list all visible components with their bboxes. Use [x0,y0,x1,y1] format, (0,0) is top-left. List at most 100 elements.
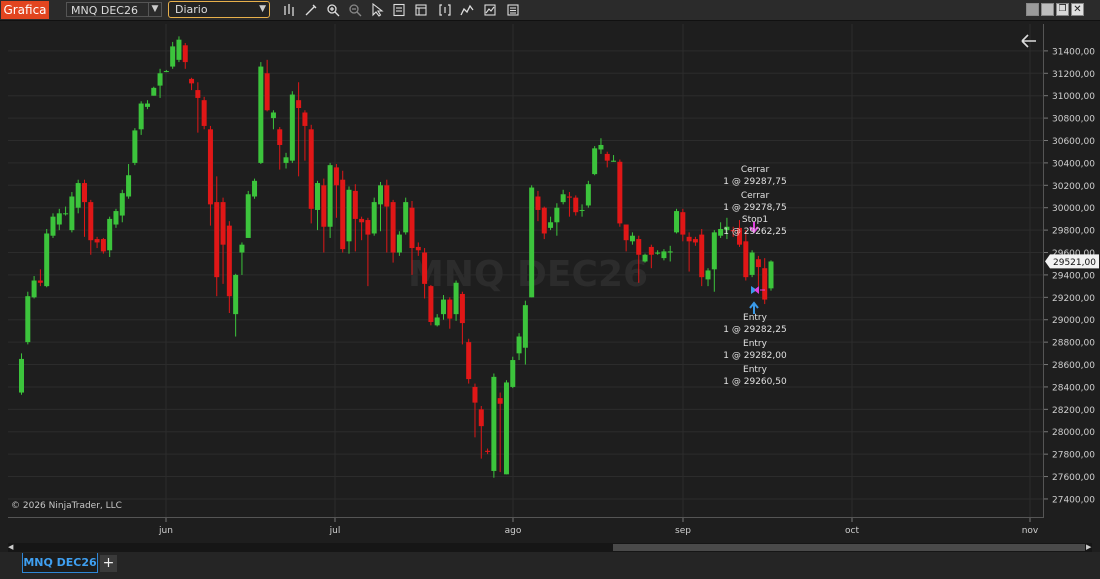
candle-body [711,232,717,270]
tab-mnq-dec26[interactable]: MNQ DEC26 [22,553,98,573]
candle [648,244,654,269]
zoom-in-icon[interactable] [326,3,340,17]
candle-body [491,376,497,471]
minimize-icon[interactable] [1026,3,1039,16]
y-tick-label: 31400,00 [1052,47,1095,57]
candle [686,232,692,272]
candle-body [19,358,24,393]
candle-body [289,94,295,161]
candle [346,186,352,254]
bracket-icon[interactable] [438,3,452,17]
candle [762,258,768,305]
candle [359,216,365,241]
candle [132,128,138,166]
candle-body [554,207,560,223]
candle [485,448,491,455]
order-label-detail: 1 @ 29262,25 [723,227,786,237]
candle [516,333,522,361]
candle-body [100,239,106,252]
add-tab-button[interactable]: + [100,555,117,572]
app-label[interactable]: Grafica [1,1,49,19]
scroll-thumb[interactable] [613,544,1085,551]
candle [453,280,459,321]
order-label-name: Cerrar [741,165,770,175]
y-tick-label: 29000,00 [1052,316,1095,326]
candle [126,164,132,199]
candle-body [283,157,289,163]
candle-body [680,212,686,235]
scroll-right-icon[interactable]: ▶ [1086,543,1092,552]
y-tick-label: 29400,00 [1052,271,1095,281]
price-chart[interactable]: MNQ DEC26 Cerrar 1 @ 29287,75 Cerrar 1 @ 29… [8,24,1044,518]
candle [327,162,333,238]
candle [447,297,453,329]
candle [604,151,610,168]
y-tick-label: 31000,00 [1052,92,1095,102]
candle-body [352,190,358,219]
close-icon[interactable]: ✕ [1071,3,1084,16]
candle-body [31,280,37,298]
order-label-detail: 1 @ 29287,75 [723,177,786,187]
back-arrow-icon[interactable] [1021,34,1036,48]
candle [264,59,270,112]
candle [378,181,384,232]
pencil-icon[interactable] [304,3,318,17]
chart-watermark: MNQ DEC26 [408,254,648,295]
pointer-icon[interactable] [370,3,384,17]
data-box-icon[interactable] [392,3,406,17]
order-label-name: Entry [743,365,768,375]
candle-body [346,189,352,242]
price-axis[interactable]: 31400,00 31200,00 31000,00 30800,00 30600,00… [1044,24,1100,518]
candle [56,208,62,231]
candle-body [485,450,491,452]
candle-body [453,282,459,315]
candle [623,224,629,252]
y-tick-label: 30000,00 [1052,204,1095,214]
candle-body [478,409,484,427]
candle [390,199,396,263]
y-tick-label: 28200,00 [1052,406,1095,416]
candle-body [768,261,774,289]
instrument-dropdown-icon[interactable]: ▼ [148,2,162,17]
candle-body [132,130,138,163]
templates-icon[interactable] [506,3,520,17]
candle [239,242,245,275]
candle [163,69,169,73]
candle-body [548,222,554,228]
candle-body [176,39,182,60]
candle [705,268,711,287]
candle [138,101,144,135]
candle-body [258,66,264,163]
candle-body [755,259,761,268]
candle-body [497,398,503,404]
candle-body [37,280,43,283]
candle [81,179,87,237]
candle-body [636,239,642,255]
candle [579,204,585,217]
candle [403,197,409,235]
candle-body [44,233,50,287]
time-axis[interactable]: jun jul ago sep oct nov [8,518,1044,540]
candle [440,295,446,320]
candle-body [598,144,604,150]
scroll-left-icon[interactable]: ◀ [8,543,14,552]
properties-icon[interactable] [414,3,428,17]
bar-type-icon[interactable] [282,3,296,17]
indicators-icon[interactable] [483,3,497,17]
candle [151,86,157,96]
float-icon[interactable]: ❐ [1056,3,1069,16]
x-tick-label: oct [845,526,859,536]
period-selector[interactable]: Diario ▼ [168,1,270,18]
restore-icon[interactable] [1041,3,1054,16]
instrument-selector[interactable]: MNQ DEC26 [66,2,149,17]
candle [503,380,509,475]
candle [384,179,390,253]
strategies-icon[interactable] [460,3,474,17]
chart-scrollbar[interactable]: ◀ ▶ [8,543,1092,552]
candle [548,216,554,231]
candle-body [378,185,384,205]
candle-body [403,202,409,233]
candle-body [119,193,125,216]
candle-body [648,246,654,255]
zoom-out-icon[interactable] [348,3,362,17]
